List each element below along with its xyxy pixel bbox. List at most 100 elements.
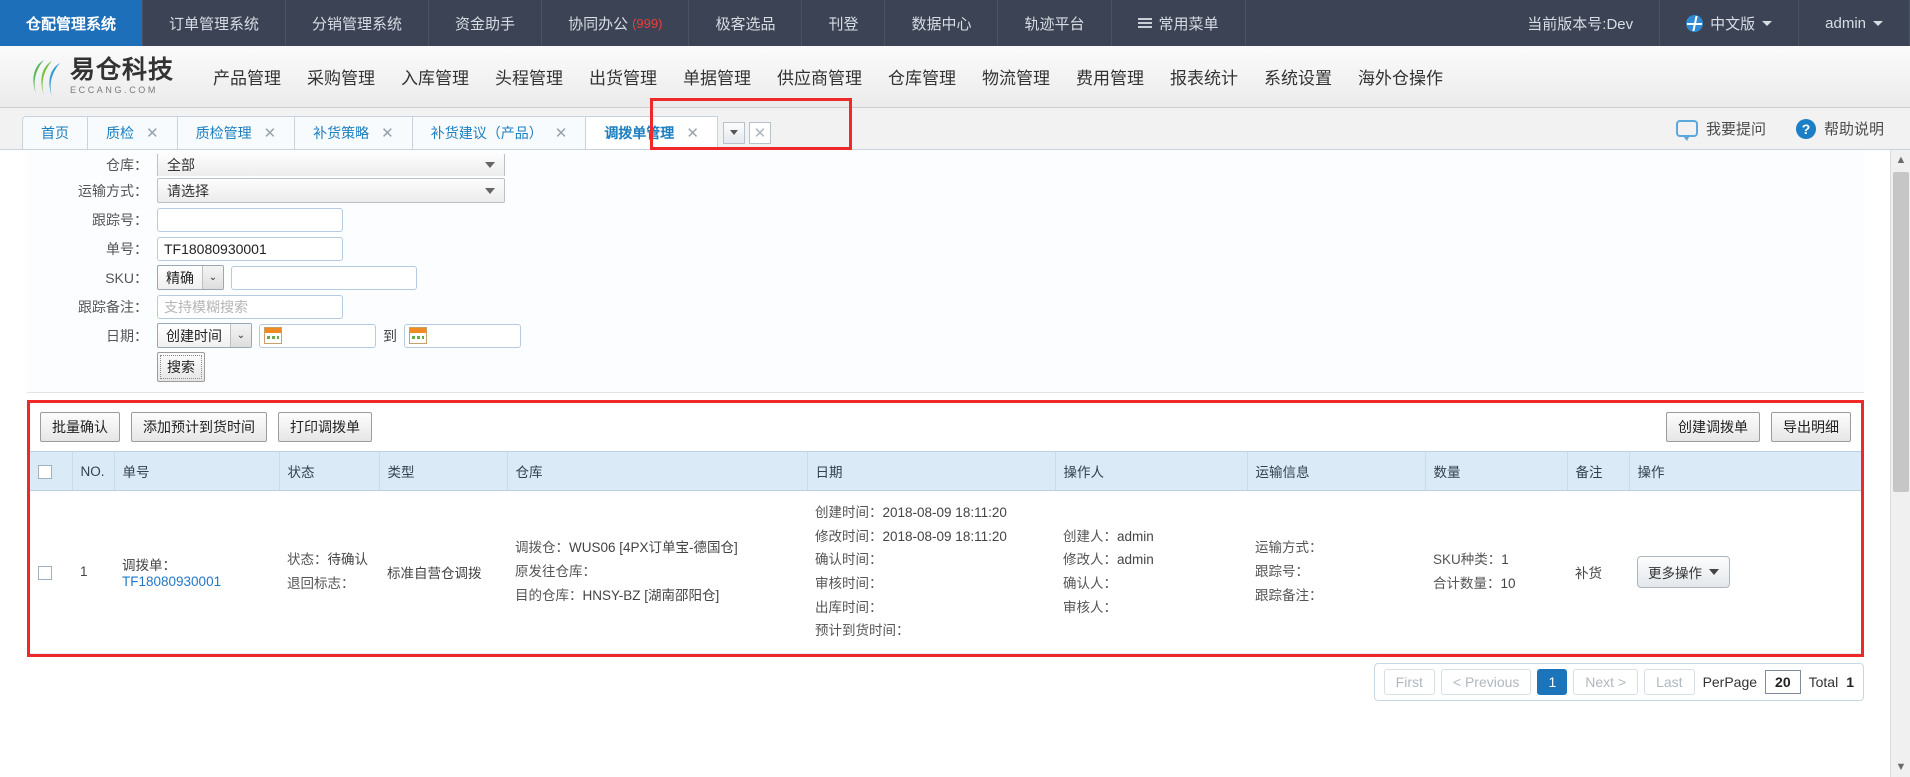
table-header: NO. 单号 状态 类型 仓库 日期 操作人 运输信息 数量 备注 操作 [30, 452, 1861, 491]
transport-method-select[interactable]: 请选择 [157, 178, 505, 203]
brand-logo[interactable]: 易仓科技 ECCANG.COM [28, 58, 174, 96]
order-number-input[interactable] [157, 237, 343, 261]
module-item-supplier[interactable]: 供应商管理 [764, 64, 875, 89]
module-item-logistics[interactable]: 物流管理 [969, 64, 1063, 89]
module-item-fee[interactable]: 费用管理 [1063, 64, 1157, 89]
tracking-number-input[interactable] [157, 208, 343, 232]
pagination-last-button[interactable]: Last [1644, 669, 1694, 695]
tab-home[interactable]: 首页 [22, 116, 88, 149]
chevron-down-icon [485, 188, 495, 194]
module-item-inbound[interactable]: 入库管理 [388, 64, 482, 89]
tab-replenishment-suggestion[interactable]: 补货建议（产品） ✕ [412, 116, 587, 149]
topnav-item-geek-selection[interactable]: 极客选品 [689, 0, 802, 46]
module-item-system[interactable]: 系统设置 [1251, 64, 1345, 89]
form-row-tracking-remark: 跟踪备注： [27, 292, 1864, 321]
module-item-firstleg[interactable]: 头程管理 [482, 64, 576, 89]
tab-transfer-order-mgmt[interactable]: 调拨单管理 ✕ [585, 116, 718, 149]
toolbar-left-buttons: 批量确认 添加预计到货时间 打印调拨单 [40, 412, 372, 442]
scroll-down-arrow-icon[interactable]: ▼ [1891, 757, 1910, 777]
topnav-item-listing[interactable]: 刊登 [802, 0, 885, 46]
module-item-report[interactable]: 报表统计 [1157, 64, 1251, 89]
print-transfer-order-button[interactable]: 打印调拨单 [278, 412, 372, 442]
user-menu[interactable]: admin [1799, 0, 1910, 46]
warehouse-label: 仓库： [27, 155, 157, 175]
module-item-overseas[interactable]: 海外仓操作 [1345, 64, 1456, 89]
total-qty-key: 合计数量： [1433, 576, 1501, 591]
audit-time-key: 审核时间： [815, 576, 883, 591]
sku-match-select[interactable]: 精确 ⌄ [157, 265, 224, 290]
pagination-area: First < Previous 1 Next > Last PerPage 2… [0, 663, 1864, 701]
module-item-product[interactable]: 产品管理 [200, 64, 294, 89]
chevron-down-icon: ⌄ [230, 324, 251, 347]
module-item-purchase[interactable]: 采购管理 [294, 64, 388, 89]
tab-controls: ✕ [723, 116, 771, 149]
language-switcher[interactable]: 中文版 [1660, 0, 1799, 46]
table-row[interactable]: 1 调拨单： TF18080930001 状态：待确认 退回标志： [30, 491, 1861, 654]
topnav-item-common-menu[interactable]: 常用菜单 [1112, 0, 1246, 46]
pagination-current-page[interactable]: 1 [1537, 669, 1567, 695]
row-checkbox[interactable] [38, 566, 52, 580]
topnav-item-tracking-platform[interactable]: 轨迹平台 [998, 0, 1111, 46]
scroll-up-arrow-icon[interactable]: ▲ [1891, 150, 1910, 170]
module-item-document[interactable]: 单据管理 [670, 64, 764, 89]
pagination-previous-button[interactable]: < Previous [1441, 669, 1532, 695]
header-remark: 备注 [1567, 452, 1629, 491]
result-panel: 批量确认 添加预计到货时间 打印调拨单 创建调拨单 导出明细 NO. [27, 400, 1864, 657]
topnav-label: 协同办公 [568, 13, 628, 34]
vertical-scrollbar[interactable]: ▲ ▼ [1890, 150, 1910, 777]
pagination-first-button[interactable]: First [1384, 669, 1435, 695]
globe-icon [1686, 15, 1703, 32]
tab-close-all-button[interactable]: ✕ [749, 122, 771, 144]
module-item-shipment[interactable]: 出货管理 [576, 64, 670, 89]
search-button[interactable]: 搜索 [157, 352, 205, 382]
topnav-item-data-center[interactable]: 数据中心 [885, 0, 998, 46]
return-flag-key: 退回标志： [287, 576, 355, 591]
export-detail-button[interactable]: 导出明细 [1771, 412, 1851, 442]
grid-toolbar: 批量确认 添加预计到货时间 打印调拨单 创建调拨单 导出明细 [30, 403, 1861, 451]
scrollbar-thumb[interactable] [1893, 172, 1909, 492]
topnav-label: 仓配管理系统 [26, 13, 116, 34]
tab-quality-check[interactable]: 质检 ✕ [87, 116, 178, 149]
tracking-number-label: 跟踪号： [27, 210, 157, 230]
warehouse-select[interactable]: 全部 [157, 154, 505, 176]
add-eta-button[interactable]: 添加预计到货时间 [131, 412, 267, 442]
pagination-next-button[interactable]: Next > [1573, 669, 1638, 695]
tab-close-icon[interactable]: ✕ [555, 126, 568, 141]
help-button[interactable]: ? 帮助说明 [1796, 118, 1884, 139]
select-all-checkbox[interactable] [38, 465, 52, 479]
tab-label: 质检 [106, 123, 134, 143]
tab-dropdown-button[interactable] [723, 122, 745, 144]
tab-close-icon[interactable]: ✕ [264, 126, 277, 141]
create-transfer-order-button[interactable]: 创建调拨单 [1666, 412, 1760, 442]
date-to-input[interactable] [404, 324, 521, 348]
tab-quality-check-mgmt[interactable]: 质检管理 ✕ [177, 116, 296, 149]
topnav-item-order[interactable]: 订单管理系统 [143, 0, 286, 46]
calendar-icon [409, 327, 427, 344]
transport-method-line: 运输方式： [1255, 536, 1417, 560]
topnav-item-warehouse[interactable]: 仓配管理系统 [0, 0, 143, 46]
topnav-item-funds[interactable]: 资金助手 [429, 0, 542, 46]
sku-input[interactable] [231, 266, 417, 290]
tracking-remark-input[interactable] [157, 295, 343, 319]
topnav-item-collaboration[interactable]: 协同办公 (999) [542, 0, 689, 46]
more-actions-button[interactable]: 更多操作 [1637, 556, 1730, 588]
toolbar-right-buttons: 创建调拨单 导出明细 [1666, 412, 1851, 442]
sku-match-value: 精确 [158, 268, 202, 288]
modifier-key: 修改人： [1063, 552, 1117, 567]
module-item-warehouse[interactable]: 仓库管理 [875, 64, 969, 89]
perpage-input[interactable]: 20 [1765, 670, 1801, 694]
topnav-item-distribution[interactable]: 分销管理系统 [286, 0, 429, 46]
date-from-input[interactable] [259, 324, 376, 348]
tab-close-icon[interactable]: ✕ [686, 126, 699, 141]
ask-question-button[interactable]: 我要提问 [1676, 118, 1766, 139]
tab-replenishment-strategy[interactable]: 补货策略 ✕ [294, 116, 413, 149]
date-type-select[interactable]: 创建时间 ⌄ [157, 323, 252, 348]
tab-label: 调拨单管理 [604, 123, 674, 143]
order-number-link[interactable]: TF18080930001 [122, 574, 221, 589]
tab-close-icon[interactable]: ✕ [381, 126, 394, 141]
brand-name-cn: 易仓科技 [70, 58, 174, 83]
form-row-date: 日期： 创建时间 ⌄ 到 [27, 321, 1864, 350]
tab-close-icon[interactable]: ✕ [146, 126, 159, 141]
batch-confirm-button[interactable]: 批量确认 [40, 412, 120, 442]
tab-label: 首页 [41, 123, 69, 143]
